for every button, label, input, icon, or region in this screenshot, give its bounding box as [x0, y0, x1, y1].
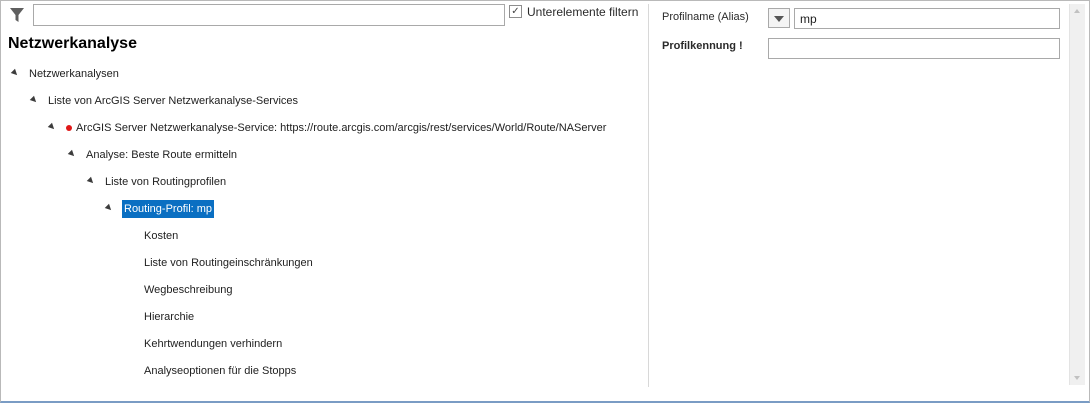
pane-splitter[interactable]: [648, 4, 649, 387]
subelements-filter-label: Unterelemente filtern: [527, 5, 639, 19]
error-indicator-icon: [66, 125, 72, 131]
scroll-down-button[interactable]: [1070, 370, 1085, 385]
scroll-up-button[interactable]: [1070, 4, 1085, 19]
filter-input[interactable]: [33, 4, 505, 26]
profilename-label: Profilname (Alias): [662, 11, 749, 23]
profilkennung-input[interactable]: [768, 38, 1060, 59]
filter-icon[interactable]: [9, 7, 25, 23]
profilename-dropdown-button[interactable]: [768, 8, 790, 28]
panel-title: Netzwerkanalyse: [8, 35, 137, 52]
subelements-filter-checkbox[interactable]: ✓: [509, 5, 522, 18]
chevron-down-icon: [1074, 376, 1080, 380]
chevron-down-icon: [774, 16, 784, 22]
check-icon: ✓: [511, 5, 520, 17]
profilkennung-label: Profilkennung !: [662, 40, 743, 52]
profilename-input[interactable]: [794, 8, 1060, 29]
properties-scrollbar[interactable]: [1069, 4, 1085, 385]
chevron-up-icon: [1074, 9, 1080, 13]
